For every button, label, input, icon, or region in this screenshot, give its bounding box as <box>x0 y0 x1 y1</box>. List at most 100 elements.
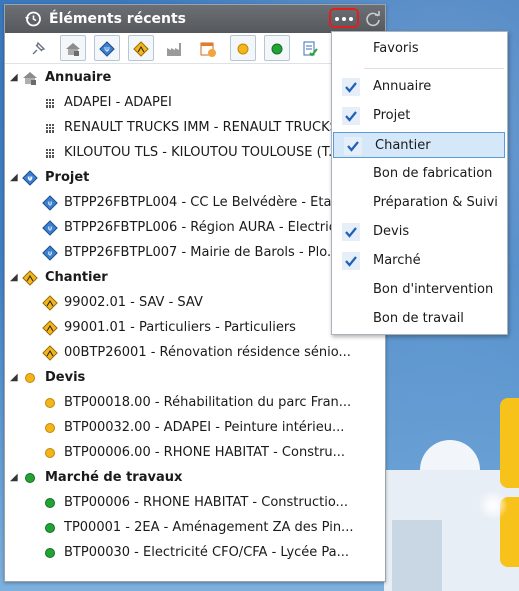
factory-filter-icon[interactable] <box>165 40 183 58</box>
list-item-label: BTP00006 - RHONE HABITAT - Constructio..… <box>64 495 348 510</box>
building-icon <box>42 145 58 161</box>
more-options-button[interactable] <box>329 8 359 28</box>
svg-text:Ψ: Ψ <box>27 176 32 183</box>
menu-item-label: Bon de travail <box>373 311 464 326</box>
list-item[interactable]: BTP00006 - RHONE HABITAT - Constructio..… <box>42 495 382 513</box>
list-item[interactable]: BTP00030 - Électricité CFO/CFA - Lycée P… <box>42 545 382 563</box>
planning-filter-icon[interactable] <box>199 40 217 58</box>
category-filter-menu: Favoris Annuaire Projet Chantier Bon de fab… <box>331 31 508 335</box>
menu-item-label: Annuaire <box>373 79 432 94</box>
orange-dot-icon <box>42 395 58 411</box>
list-item-label: RENAULT TRUCKS IMM - RENAULT TRUCKS <box>64 120 338 135</box>
collapse-arrow-icon[interactable]: ◢ <box>10 473 20 483</box>
list-item-label: BTP00018.00 - Réhabilitation du parc Fra… <box>64 395 352 410</box>
checkmark-icon <box>342 78 360 96</box>
green-dot-icon <box>22 470 38 486</box>
list-item-label: TP00001 - 2EA - Aménagement ZA des Pin..… <box>64 520 354 535</box>
worksite-sign-icon <box>42 345 58 361</box>
worksite-filter-icon[interactable] <box>132 40 150 58</box>
panel-title-bar: Éléments récents <box>5 5 385 33</box>
menu-item-bon-d-intervention[interactable]: Bon d'intervention <box>332 277 507 303</box>
refresh-icon[interactable] <box>364 10 382 28</box>
svg-text:Ψ: Ψ <box>48 201 53 208</box>
filter-toolbar: Ψ <box>5 33 385 64</box>
menu-item-annuaire[interactable]: Annuaire <box>332 74 507 100</box>
list-item-label: BTPP26FBTPL007 - Mairie de Barols - Plo.… <box>64 245 340 260</box>
menu-item-favorites[interactable]: Favoris <box>332 36 507 62</box>
menu-item-label: Devis <box>373 224 410 239</box>
collapse-arrow-icon[interactable]: ◢ <box>10 173 20 183</box>
list-item[interactable]: 00BTP26001 - Rénovation résidence sénio.… <box>42 345 382 363</box>
menu-item-projet[interactable]: Projet <box>332 103 507 129</box>
list-item-label: 99002.01 - SAV - SAV <box>64 295 203 310</box>
list-item-label: BTPP26FBTPL006 - Région AURA - Électrici <box>64 220 340 235</box>
menu-item-label: Favoris <box>373 41 419 56</box>
building-icon <box>42 120 58 136</box>
svg-text:Ψ: Ψ <box>104 46 110 54</box>
menu-item-bon-de-fabrication[interactable]: Bon de fabrication <box>332 161 507 187</box>
menu-item-label: Marché <box>373 253 421 268</box>
list-item-label: BTPP26FBTPL004 - CC Le Belvédère - Étar <box>64 195 337 210</box>
collapse-arrow-icon[interactable]: ◢ <box>10 73 20 83</box>
menu-item-pr-paration-suivi[interactable]: Préparation & Suivi <box>332 190 507 216</box>
checkmark-icon <box>342 223 360 241</box>
list-item-label: KILOUTOU TLS - KILOUTOU TOULOUSE (T... <box>64 145 341 160</box>
list-item-label: 99001.01 - Particuliers - Particuliers <box>64 320 296 335</box>
list-item-label: ADAPEI - ADAPEI <box>64 95 172 110</box>
project-filter-icon[interactable]: Ψ <box>98 40 116 58</box>
green-dot-icon <box>42 545 58 561</box>
svg-text:Ψ: Ψ <box>48 226 53 233</box>
checkmark-icon <box>342 107 360 125</box>
menu-item-devis[interactable]: Devis <box>332 219 507 245</box>
group-label: Devis <box>45 370 86 385</box>
project-diamond-icon: Ψ <box>42 245 58 261</box>
project-diamond-icon: Ψ <box>42 195 58 211</box>
directory-filter-icon[interactable] <box>64 40 82 58</box>
worksite-sign-icon <box>42 320 58 336</box>
list-item[interactable]: BTP00006.00 - RHONE HABITAT - Constru... <box>42 445 382 463</box>
group-label: Annuaire <box>45 70 112 85</box>
background-tile <box>500 398 519 488</box>
checkmark-icon <box>344 137 362 155</box>
project-diamond-icon: Ψ <box>22 170 38 186</box>
quote-filter-icon[interactable] <box>234 40 252 58</box>
menu-item-label: Bon de fabrication <box>373 166 493 181</box>
menu-item-label: Chantier <box>375 138 431 153</box>
green-dot-icon <box>42 495 58 511</box>
green-dot-icon <box>42 520 58 536</box>
house-icon <box>22 70 38 86</box>
recent-items-panel: Éléments récents Ψ ◢ Annuaire ADAPEI - A… <box>4 4 386 582</box>
project-diamond-icon: Ψ <box>42 220 58 236</box>
list-item-label: BTP00030 - Électricité CFO/CFA - Lycée P… <box>64 545 350 560</box>
work-order-filter-icon[interactable] <box>301 40 319 58</box>
panel-title: Éléments récents <box>49 11 186 27</box>
menu-item-chantier[interactable]: Chantier <box>333 132 505 158</box>
menu-item-label: Projet <box>373 108 411 123</box>
list-item-label: BTP00032.00 - ADAPEI - Peinture intérieu… <box>64 420 345 435</box>
orange-dot-icon <box>42 420 58 436</box>
svg-text:Ψ: Ψ <box>48 251 53 258</box>
menu-separator <box>364 68 504 69</box>
contract-filter-icon[interactable] <box>268 40 286 58</box>
group-label: Chantier <box>45 270 108 285</box>
menu-item-bon-de-travail[interactable]: Bon de travail <box>332 306 507 332</box>
orange-dot-icon <box>42 445 58 461</box>
list-item-label: BTP00006.00 - RHONE HABITAT - Constru... <box>64 445 346 460</box>
menu-item-march[interactable]: Marché <box>332 248 507 274</box>
pin-icon[interactable] <box>29 40 47 58</box>
building-icon <box>42 95 58 111</box>
list-item-label: 00BTP26001 - Rénovation résidence sénio.… <box>64 345 351 360</box>
list-item[interactable]: BTP00032.00 - ADAPEI - Peinture intérieu… <box>42 420 382 438</box>
orange-dot-icon <box>22 370 38 386</box>
worksite-sign-icon <box>22 270 38 286</box>
collapse-arrow-icon[interactable]: ◢ <box>10 273 20 283</box>
group-label: Projet <box>45 170 90 185</box>
menu-item-label: Préparation & Suivi <box>373 195 498 210</box>
collapse-arrow-icon[interactable]: ◢ <box>10 373 20 383</box>
group-label: Marché de travaux <box>45 470 183 485</box>
worksite-sign-icon <box>42 295 58 311</box>
history-icon <box>25 11 41 27</box>
list-item[interactable]: TP00001 - 2EA - Aménagement ZA des Pin..… <box>42 520 382 538</box>
checkmark-icon <box>342 252 360 270</box>
list-item[interactable]: BTP00018.00 - Réhabilitation du parc Fra… <box>42 395 382 413</box>
